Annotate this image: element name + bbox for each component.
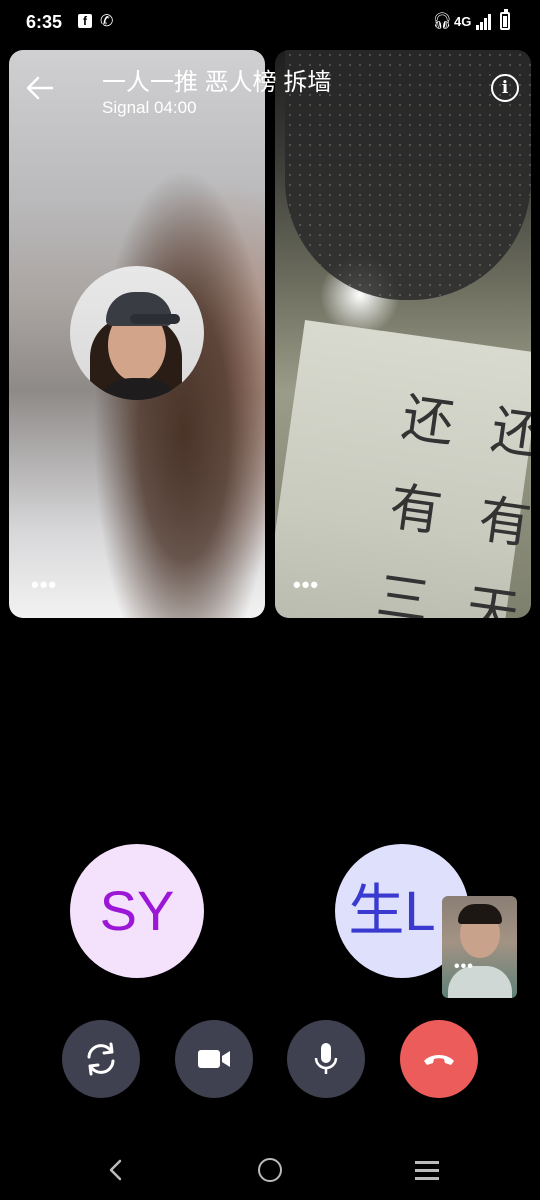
participant-video-right[interactable]: 还 有 三 还 有 天 ••• xyxy=(275,50,531,618)
facebook-icon: f xyxy=(78,14,92,28)
call-title: 一人一推 恶人榜 拆墙 xyxy=(102,69,332,96)
video-camera-icon xyxy=(198,1050,230,1068)
handwriting-char: 还 xyxy=(398,387,459,455)
flip-camera-icon xyxy=(87,1042,115,1076)
microphone-icon xyxy=(314,1043,338,1074)
self-preview-more-icon[interactable]: ••• xyxy=(454,958,474,976)
nav-menu-icon[interactable] xyxy=(415,1160,439,1180)
back-arrow-icon[interactable] xyxy=(22,70,58,106)
participant-avatar-sy: SY xyxy=(70,844,204,978)
call-duration: Signal 04:00 xyxy=(102,98,197,117)
end-call-button[interactable] xyxy=(400,1020,478,1098)
self-hair xyxy=(458,904,502,924)
headphones-icon: 🎧︎ xyxy=(432,13,453,30)
participant-avatar-photo xyxy=(70,266,204,400)
battery-icon xyxy=(500,9,510,30)
status-bar: 6:35 f ✆ 🎧︎ 4G xyxy=(0,0,540,44)
flip-camera-button[interactable] xyxy=(62,1020,140,1098)
handwriting-char: 天 xyxy=(462,578,523,618)
self-video-preview[interactable]: ••• xyxy=(442,896,517,998)
handwriting-char: 有 xyxy=(474,489,531,557)
video-toggle-button[interactable] xyxy=(175,1020,253,1098)
handwriting-char: 还 xyxy=(487,400,531,467)
hangup-icon xyxy=(424,1055,454,1065)
handwriting-char: 三 xyxy=(373,566,434,618)
tile-left-more-icon[interactable]: ••• xyxy=(31,572,57,598)
phone-call-icon: ✆ xyxy=(100,13,114,30)
nav-back-icon[interactable] xyxy=(104,1155,128,1185)
mute-button[interactable] xyxy=(287,1020,365,1098)
signal-strength-icon xyxy=(476,14,492,30)
nav-home-icon[interactable] xyxy=(258,1158,282,1182)
status-time: 6:35 xyxy=(26,12,63,32)
avatar-cap-brim xyxy=(130,314,180,324)
info-icon[interactable]: i xyxy=(491,74,519,102)
tile-right-more-icon[interactable]: ••• xyxy=(293,572,319,598)
handwriting-char: 有 xyxy=(385,476,446,544)
network-type: 4G xyxy=(454,14,472,29)
